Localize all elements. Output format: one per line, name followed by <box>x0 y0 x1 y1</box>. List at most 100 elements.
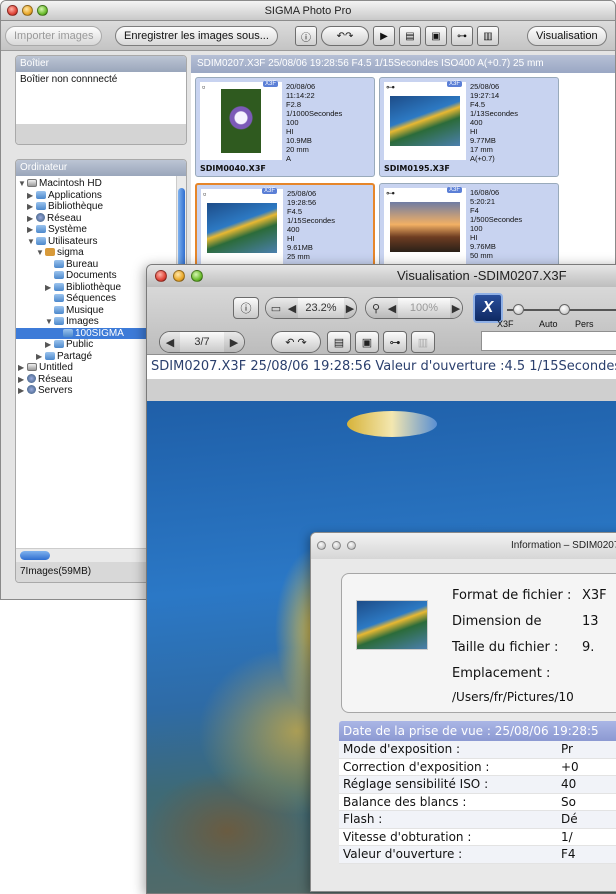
thumbnail-card[interactable]: X3F ▫ 20/08/06 11:14:22 F2.8 1/1000Seconde… <box>195 77 375 177</box>
disclosure-open-icon[interactable]: ▼ <box>36 247 45 259</box>
rotate-icon[interactable]: ↶↷ <box>321 26 369 46</box>
tree-item-label: Réseau <box>38 373 73 385</box>
zoom-icon[interactable] <box>37 5 48 16</box>
window-title: SIGMA Photo Pro <box>264 5 352 17</box>
folder-icon <box>54 305 64 314</box>
lock-icon[interactable]: ⊶ <box>383 331 407 353</box>
mode-slider-knob-auto[interactable] <box>559 304 570 315</box>
close-icon[interactable] <box>7 5 18 16</box>
close-icon[interactable] <box>155 270 167 282</box>
zoom-down-arrow-icon[interactable]: ◀ <box>386 298 398 318</box>
save-images-as-button[interactable]: Enregistrer les images sous... <box>115 26 278 46</box>
thumbnail-card[interactable]: X3F ⊶ 25/08/06 19:27:14 F4.5 1/13Secondes … <box>379 77 559 177</box>
exposure-row: Réglage sensibilité ISO : 40 <box>339 776 616 794</box>
fit-zoom-control[interactable]: ▭ ◀ 23.2% ▶ <box>265 297 357 319</box>
capture-date-header: Date de la prise de vue : 25/08/06 19:28… <box>339 721 616 741</box>
mode-slider[interactable] <box>507 304 616 315</box>
tree-item[interactable]: ▶ Système <box>16 224 186 236</box>
viz-titlebar[interactable]: Visualisation -SDIM0207.X3F <box>147 265 616 287</box>
previous-arrow-icon[interactable]: ◀ <box>160 332 180 352</box>
next-arrow-icon[interactable]: ▶ <box>224 332 244 352</box>
disclosure-closed-icon[interactable]: ▶ <box>27 190 36 202</box>
exposure-row: Vitesse d'obturation : 1/ <box>339 828 616 846</box>
passion-flower-photo <box>221 89 261 153</box>
print-icon[interactable]: ▤ <box>399 26 421 46</box>
viz-image-caption: SDIM0207.X3F 25/08/06 19:28:56 Valeur d'… <box>147 355 616 379</box>
disclosure-open-icon[interactable]: ▼ <box>18 178 27 190</box>
file-format-label: Format de fichier : <box>452 588 572 603</box>
info-icon[interactable]: ⓘ <box>233 297 259 319</box>
zoom-icon[interactable] <box>347 541 356 550</box>
page-navigator[interactable]: ◀ 3/7 ▶ <box>159 331 245 353</box>
tree-item[interactable]: ▼ sigma <box>16 247 186 259</box>
play-icon[interactable]: ▶ <box>373 26 395 46</box>
disclosure-closed-icon[interactable]: ▶ <box>18 374 27 386</box>
disclosure-open-icon[interactable]: ▼ <box>27 236 36 248</box>
viz-toolbar: ⓘ ▭ ◀ 23.2% ▶ ⚲ ◀ 100% ▶ X X3F Auto Pers… <box>147 287 616 355</box>
mode-label-auto[interactable]: Auto <box>539 319 558 329</box>
exposure-row-label: Réglage sensibilité ISO : <box>343 777 489 791</box>
exposure-row: Correction d'exposition : +0 <box>339 758 616 776</box>
lock-icon[interactable]: ⊶ <box>451 26 473 46</box>
info-titlebar[interactable]: Information – SDIM0207.X3F <box>311 533 616 559</box>
display-icon[interactable]: ▣ <box>355 331 379 353</box>
tree-item[interactable]: ▶ Bibliothèque <box>16 201 186 213</box>
tree-item[interactable]: ▶ Applications <box>16 190 186 202</box>
zoom-up-arrow-icon[interactable]: ▶ <box>450 298 462 318</box>
fit-zoom-value: 23.2% <box>305 302 337 314</box>
rotate-icon[interactable]: ↶ ↷ <box>271 331 321 353</box>
fish-photo <box>207 203 277 253</box>
minimize-icon[interactable] <box>22 5 33 16</box>
main-titlebar[interactable]: SIGMA Photo Pro <box>1 1 615 21</box>
magnify-zoom-control[interactable]: ⚲ ◀ 100% ▶ <box>365 297 463 319</box>
mode-slider-knob-x3f[interactable] <box>513 304 524 315</box>
zoom-out-arrow-icon[interactable]: ◀ <box>286 298 298 318</box>
tree-item-label: 100SIGMA <box>75 327 124 339</box>
minimize-icon[interactable] <box>173 270 185 282</box>
tree-item-label: Public <box>66 339 94 350</box>
folder-icon <box>36 236 46 245</box>
selected-image-info: SDIM0207.X3F 25/08/06 19:28:56 F4.5 1/15… <box>191 55 615 73</box>
minimize-icon[interactable] <box>332 541 341 550</box>
import-images-button[interactable]: Importer images <box>5 26 103 46</box>
thumbnail-filename: SDIM0040.X3F <box>200 164 266 173</box>
close-icon[interactable] <box>317 541 326 550</box>
disclosure-closed-icon[interactable]: ▶ <box>45 282 54 294</box>
print-icon[interactable]: ▤ <box>327 331 351 353</box>
disclosure-closed-icon[interactable]: ▶ <box>18 385 27 397</box>
exposure-row-value: 40 <box>561 777 577 791</box>
trash-icon[interactable]: ▥ <box>477 26 499 46</box>
tree-item[interactable]: ▼ Macintosh HD <box>16 178 186 190</box>
tree-item-label: sigma <box>57 247 84 258</box>
info-icon[interactable]: ⓘ <box>295 26 317 46</box>
dimension-value: 13 <box>582 614 599 629</box>
zoom-in-arrow-icon[interactable]: ▶ <box>344 298 356 318</box>
tree-item-label: Bibliothèque <box>48 201 104 212</box>
disclosure-closed-icon[interactable]: ▶ <box>27 213 36 225</box>
viz-text-field[interactable] <box>481 331 616 351</box>
tree-hscroll-thumb[interactable] <box>20 551 50 560</box>
disclosure-closed-icon[interactable]: ▶ <box>36 351 45 363</box>
disclosure-closed-icon[interactable]: ▶ <box>27 201 36 213</box>
folder-icon <box>54 271 64 279</box>
disclosure-open-icon[interactable]: ▼ <box>45 316 54 328</box>
tree-item[interactable]: ▶ Réseau <box>16 212 186 225</box>
disclosure-closed-icon[interactable]: ▶ <box>45 339 54 351</box>
display-icon[interactable]: ▣ <box>425 26 447 46</box>
disclosure-closed-icon[interactable]: ▶ <box>27 224 36 236</box>
tree-item-label: Utilisateurs <box>48 235 98 247</box>
magnifier-icon[interactable]: ⚲ <box>366 298 386 318</box>
sunset-photo <box>390 202 460 252</box>
fit-screen-icon[interactable]: ▭ <box>266 298 286 318</box>
mode-label-x3f[interactable]: X3F <box>497 319 514 329</box>
visualisation-button[interactable]: Visualisation <box>527 26 607 46</box>
mode-label-pers[interactable]: Pers <box>575 319 594 329</box>
folder-icon <box>54 259 64 268</box>
window-controls <box>7 5 48 16</box>
zoom-icon[interactable] <box>191 270 203 282</box>
disclosure-closed-icon[interactable]: ▶ <box>18 362 27 374</box>
tree-item[interactable]: ▼ Utilisateurs <box>16 236 186 248</box>
file-thumbnail <box>356 600 428 650</box>
trash-icon[interactable]: ▥ <box>411 331 435 353</box>
tree-item-label: Musique <box>66 304 104 316</box>
